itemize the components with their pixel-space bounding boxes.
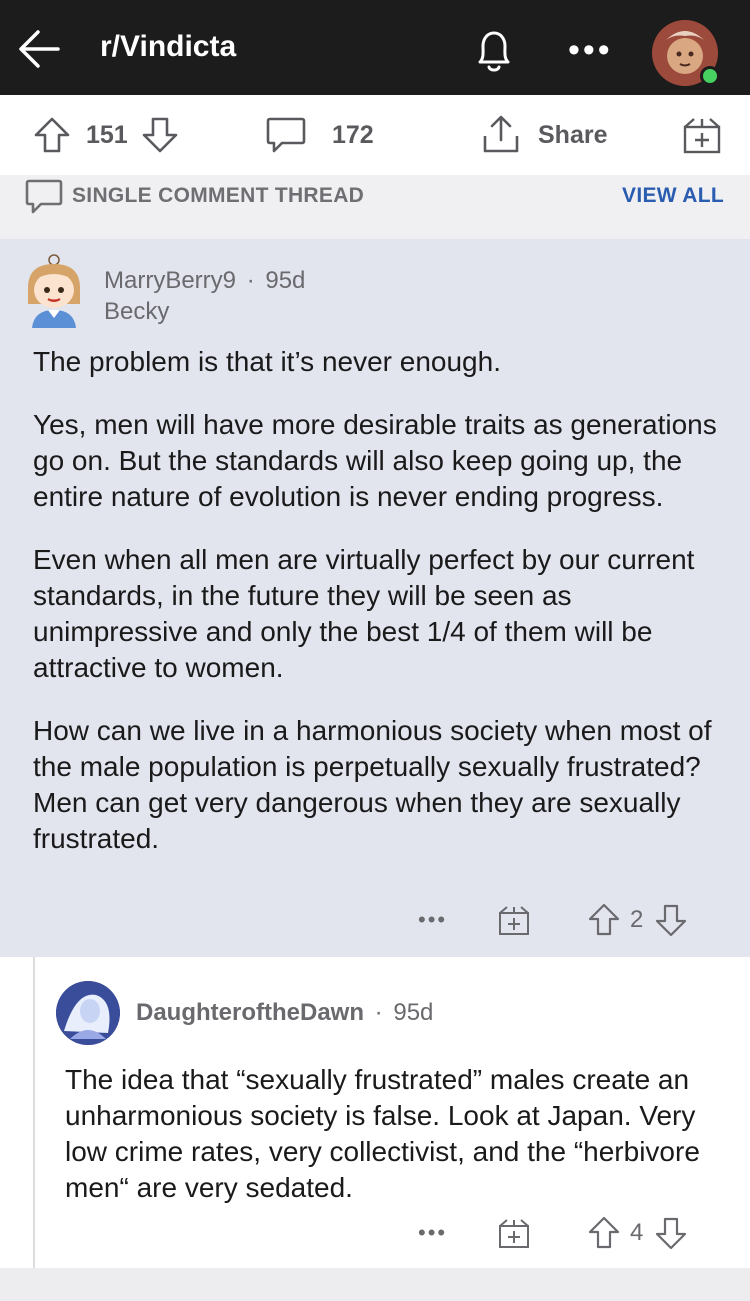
comment-paragraph: Yes, men will have more desirable traits… <box>33 409 717 512</box>
comment-actions: ••• 2 <box>418 900 687 940</box>
post-action-bar: 151 172 Share <box>0 95 750 175</box>
reply-age: 95d <box>393 999 434 1026</box>
comment-score: 2 <box>630 906 644 933</box>
more-options-icon[interactable]: ••• <box>568 32 612 68</box>
upvote-icon[interactable] <box>588 1216 620 1250</box>
meta-separator: · <box>374 999 383 1026</box>
award-button[interactable] <box>682 95 722 175</box>
comment-paragraph: How can we live in a harmonious society … <box>33 715 712 854</box>
bell-icon[interactable] <box>470 24 518 76</box>
commenter-avatar[interactable] <box>22 252 86 328</box>
comment-more-icon[interactable]: ••• <box>418 1220 478 1246</box>
top-bar: r/Vindicta ••• <box>0 0 750 95</box>
back-arrow-icon[interactable] <box>14 24 64 74</box>
downvote-icon[interactable] <box>655 903 687 937</box>
single-thread-label: SINGLE COMMENT THREAD <box>72 184 365 207</box>
user-flair: Becky <box>104 298 170 325</box>
subreddit-title[interactable]: r/Vindicta <box>100 30 236 64</box>
comment-body: The problem is that it’s never enough. Y… <box>33 344 723 884</box>
comment-more-icon[interactable]: ••• <box>418 907 478 933</box>
reply-body: The idea that “sexually frustrated” male… <box>65 1064 700 1203</box>
share-button[interactable]: Share <box>480 95 607 175</box>
comment-age: 95d <box>265 267 306 294</box>
gift-award-icon <box>683 118 721 154</box>
upvote-icon[interactable] <box>588 903 620 937</box>
comment-paragraph: Even when all men are virtually perfect … <box>33 544 695 683</box>
meta-separator: · <box>246 267 255 294</box>
upvote-count: 151 <box>86 120 128 149</box>
comment-paragraph: The problem is that it’s never enough. <box>33 346 501 377</box>
comment-score: 4 <box>630 1219 644 1246</box>
reply-author[interactable]: DaughteroftheDawn <box>136 999 364 1026</box>
reply-commenter-avatar[interactable] <box>56 981 120 1045</box>
online-status-dot <box>700 66 720 86</box>
reply-actions: ••• 4 <box>418 1213 687 1253</box>
comment-author[interactable]: MarryBerry9 <box>104 267 236 294</box>
comment-thread-icon <box>25 179 63 214</box>
bottom-divider <box>0 1268 750 1301</box>
comment-author-line: MarryBerry9 · 95d <box>104 267 305 295</box>
reply-author-line: DaughteroftheDawn · 95d <box>136 999 433 1027</box>
comment-icon <box>266 117 306 153</box>
vote-group: 151 <box>32 95 180 175</box>
share-icon <box>483 115 519 153</box>
downvote-icon[interactable] <box>655 1216 687 1250</box>
upvote-icon[interactable] <box>32 115 72 155</box>
share-label: Share <box>538 120 608 149</box>
thread-line[interactable] <box>33 957 35 1268</box>
gift-award-icon[interactable] <box>498 1217 530 1249</box>
comments-button[interactable]: 172 <box>264 95 374 175</box>
comment-count: 172 <box>332 120 374 149</box>
gift-award-icon[interactable] <box>498 904 530 936</box>
view-all-link[interactable]: VIEW ALL <box>622 184 724 208</box>
downvote-icon[interactable] <box>140 115 180 155</box>
